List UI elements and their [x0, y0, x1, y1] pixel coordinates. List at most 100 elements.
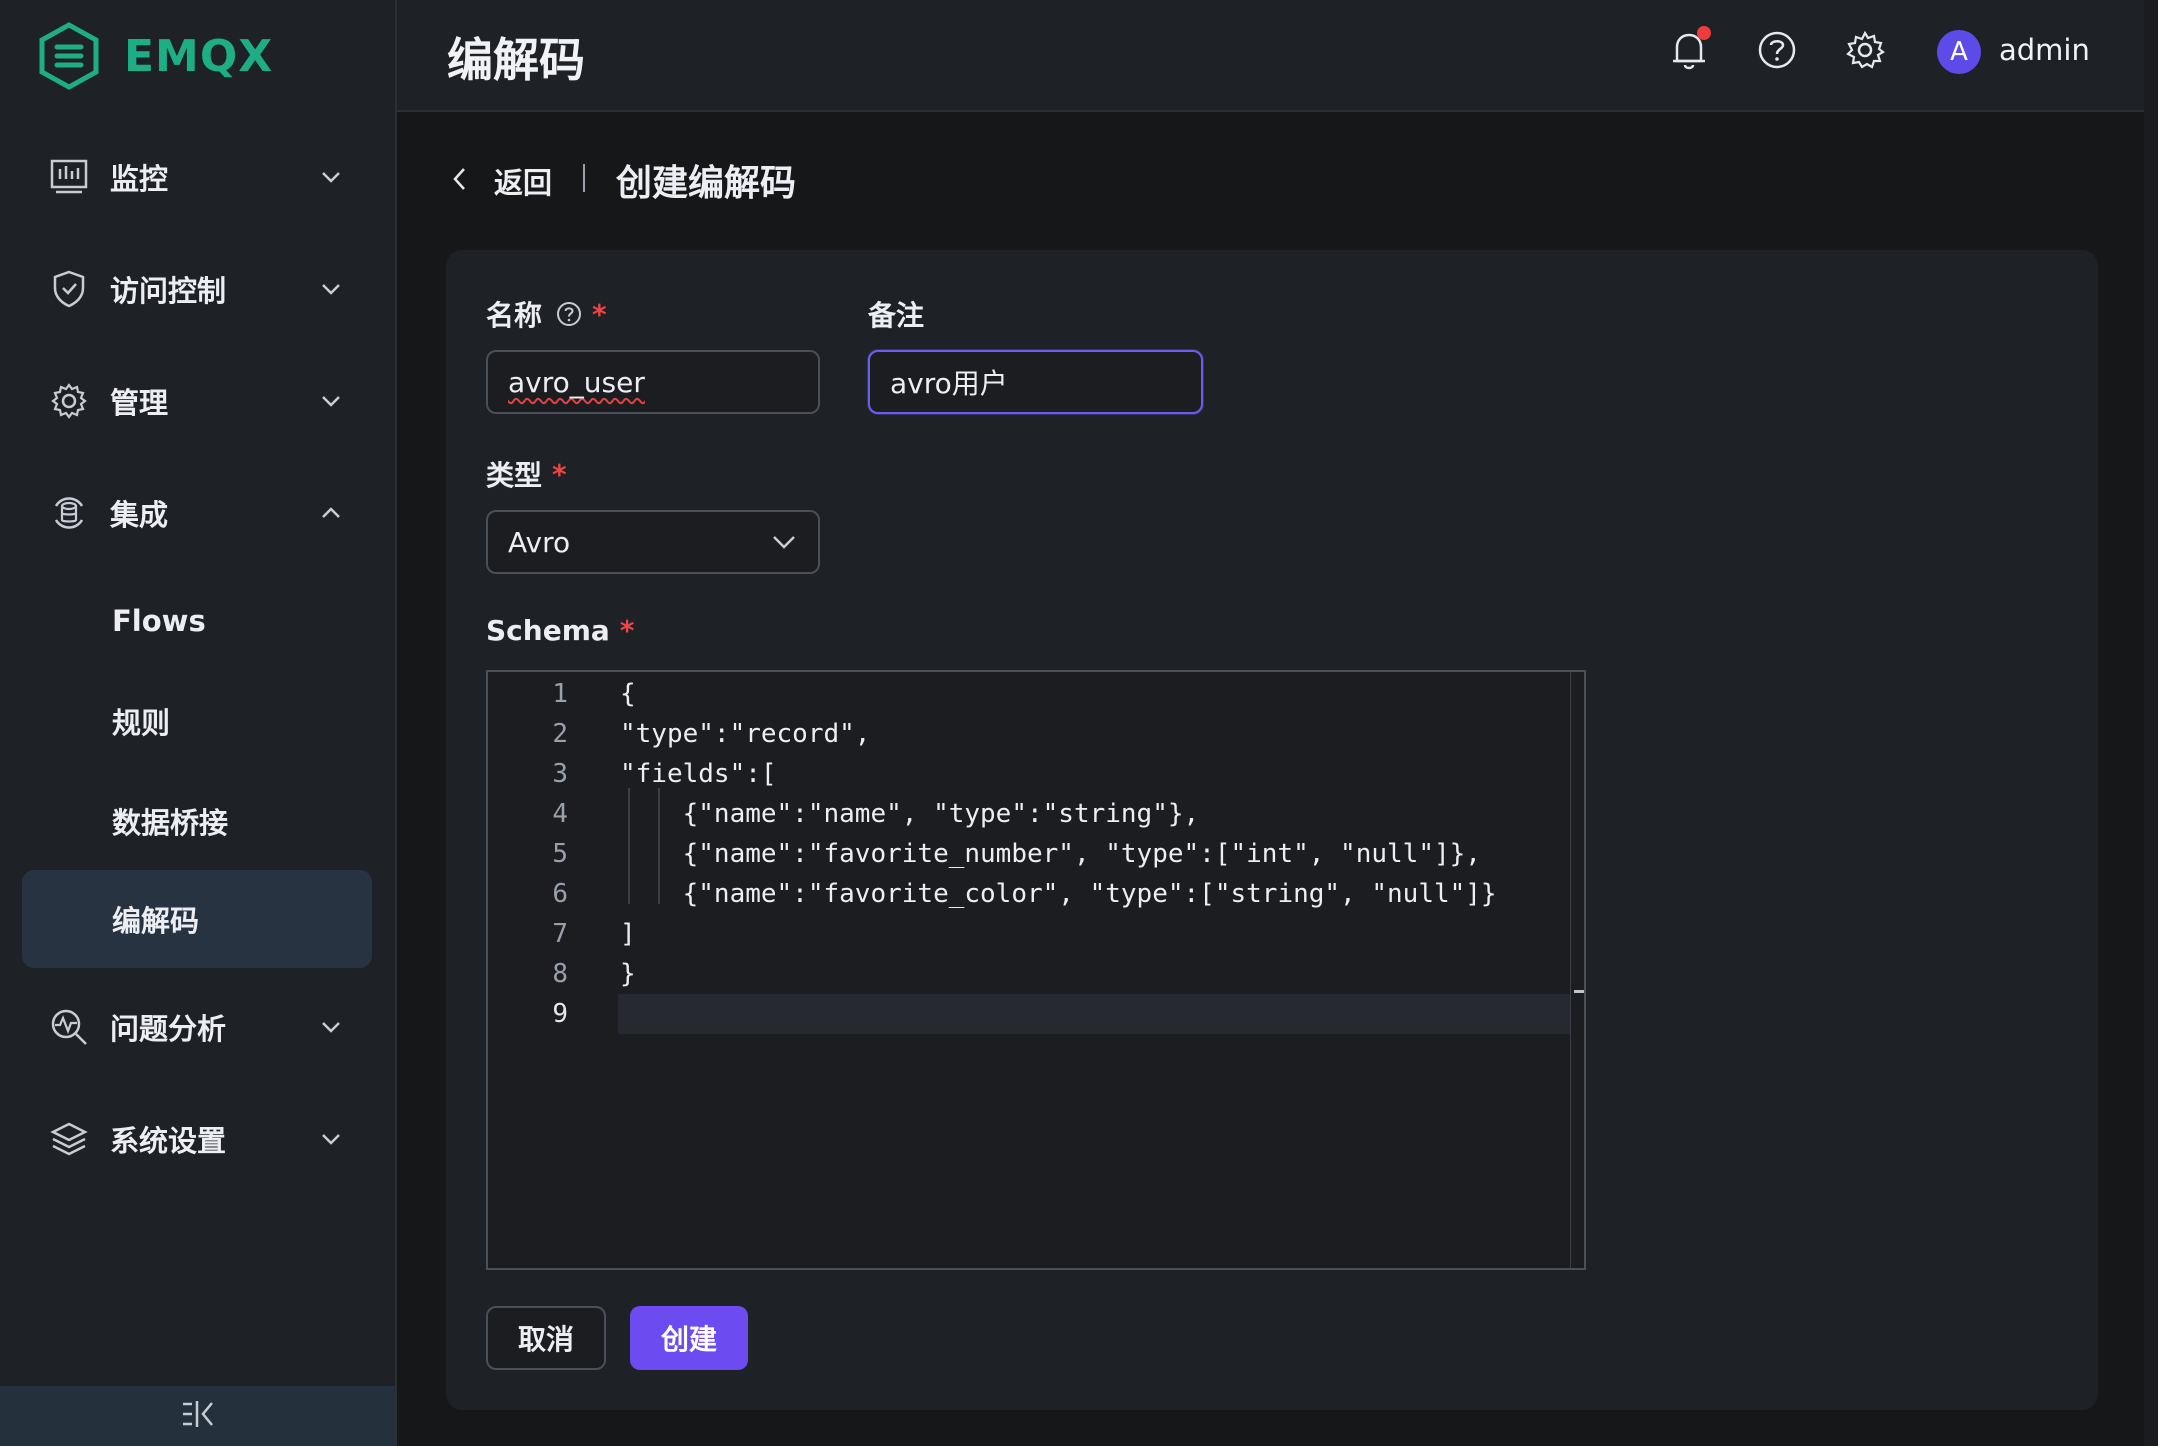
- name-input-value: avro_user: [508, 365, 645, 399]
- note-label: 备注: [868, 294, 924, 334]
- note-input[interactable]: avro用户: [868, 350, 1203, 414]
- help-button[interactable]: [1755, 30, 1799, 74]
- type-label-text: 类型: [486, 459, 543, 492]
- code-text: ]: [620, 919, 636, 949]
- sidebar-subitem-label: 编解码: [112, 904, 200, 938]
- top-header: 编解码 A admin: [397, 0, 2144, 112]
- line-number: 6: [552, 879, 568, 909]
- page-edge: [2144, 0, 2158, 1446]
- chevron-up-icon: [316, 498, 346, 528]
- name-label-text: 名称: [486, 299, 543, 332]
- line-number: 4: [552, 799, 568, 829]
- sidebar: EMQX 监控 访问控制 管理 集成 Flows 规则 数据桥接 编解码 问题分…: [0, 0, 397, 1446]
- code-text: "type":"record",: [620, 719, 871, 749]
- name-input[interactable]: avro_user: [486, 350, 820, 414]
- editor-line: 8 }: [488, 954, 1570, 994]
- editor-line: 2 "type":"record",: [488, 714, 1570, 754]
- line-number: 5: [552, 839, 568, 869]
- editor-line: 4 {"name":"name", "type":"string"},: [488, 794, 1570, 834]
- chevron-down-icon: [316, 386, 346, 416]
- schema-code-editor[interactable]: 1 { 2 "type":"record", 3 "fields":[ 4 {"…: [486, 670, 1586, 1270]
- monitor-icon: [48, 156, 90, 198]
- notification-button[interactable]: [1667, 26, 1711, 74]
- sidebar-item-system-settings[interactable]: 系统设置: [22, 1094, 372, 1184]
- username[interactable]: admin: [1999, 33, 2090, 67]
- scrollbar-cursor-marker: [1574, 990, 1584, 993]
- sidebar-item-management[interactable]: 管理: [22, 356, 372, 446]
- logo[interactable]: EMQX: [38, 20, 273, 92]
- gear-icon: [48, 380, 90, 422]
- line-number: 3: [552, 759, 568, 789]
- breadcrumb-title: 创建编解码: [616, 163, 797, 204]
- breadcrumb-divider: [583, 164, 585, 192]
- line-number: 1: [552, 679, 568, 709]
- create-button[interactable]: 创建: [630, 1306, 748, 1370]
- back-link[interactable]: 返回: [494, 160, 552, 202]
- sidebar-subitem-label: Flows: [112, 604, 206, 638]
- emqx-logo-icon: [39, 22, 99, 90]
- sidebar-subitem-rules[interactable]: 规则: [22, 672, 372, 770]
- code-text: }: [620, 959, 636, 989]
- editor-scrollbar[interactable]: [1570, 672, 1584, 1268]
- note-input-value: avro用户: [890, 367, 1008, 400]
- sidebar-item-label: 系统设置: [110, 1124, 227, 1158]
- code-text: {"name":"favorite_number", "type":["int"…: [620, 839, 1481, 869]
- editor-line: 3 "fields":[: [488, 754, 1570, 794]
- chevron-down-icon: [316, 162, 346, 192]
- schema-label-text: Schema: [486, 614, 610, 647]
- sidebar-item-label: 监控: [110, 162, 169, 196]
- settings-button[interactable]: [1843, 30, 1887, 74]
- collapse-icon: [180, 1399, 216, 1433]
- sidebar-subitem-data-bridge[interactable]: 数据桥接: [22, 772, 372, 870]
- shield-icon: [48, 268, 90, 310]
- required-asterisk: *: [592, 297, 607, 331]
- code-text: {"name":"name", "type":"string"},: [620, 799, 1200, 829]
- sidebar-item-label: 问题分析: [110, 1012, 227, 1046]
- editor-line: 6 {"name":"favorite_color", "type":["str…: [488, 874, 1570, 914]
- chevron-left-icon[interactable]: [448, 164, 472, 194]
- sidebar-item-access-control[interactable]: 访问控制: [22, 244, 372, 334]
- integration-icon: [48, 492, 90, 534]
- layers-icon: [48, 1118, 90, 1160]
- help-icon: [1757, 30, 1797, 74]
- cancel-button[interactable]: 取消: [486, 1306, 606, 1370]
- editor-line: 5 {"name":"favorite_number", "type":["in…: [488, 834, 1570, 874]
- note-label-text: 备注: [868, 299, 925, 332]
- name-label: 名称 *: [486, 294, 607, 334]
- chevron-down-icon: [316, 1012, 346, 1042]
- code-text: {"name":"favorite_color", "type":["strin…: [620, 879, 1497, 909]
- sidebar-subitem-label: 规则: [112, 706, 171, 740]
- brand-name: EMQX: [124, 30, 274, 82]
- chevron-down-icon: [773, 536, 795, 549]
- avatar[interactable]: A: [1937, 30, 1981, 74]
- schema-label: Schema *: [486, 614, 634, 647]
- line-number: 7: [552, 919, 568, 949]
- required-asterisk: *: [552, 457, 567, 491]
- code-text: {: [620, 679, 636, 709]
- sidebar-subitem-label: 数据桥接: [112, 806, 229, 840]
- sidebar-item-diagnose[interactable]: 问题分析: [22, 982, 372, 1072]
- type-label: 类型 *: [486, 454, 567, 494]
- line-number: 2: [552, 719, 568, 749]
- sidebar-item-label: 访问控制: [110, 274, 227, 308]
- editor-line: 1 {: [488, 674, 1570, 714]
- chevron-down-icon: [316, 274, 346, 304]
- sidebar-item-label: 管理: [110, 386, 169, 420]
- sidebar-subitem-flows[interactable]: Flows: [22, 572, 372, 670]
- page-title: 编解码: [447, 33, 585, 87]
- sidebar-subitem-schema-registry[interactable]: 编解码: [22, 870, 372, 968]
- sidebar-item-integration[interactable]: 集成: [22, 468, 372, 558]
- line-number: 8: [552, 959, 568, 989]
- type-select[interactable]: Avro: [486, 510, 820, 574]
- code-text: "fields":[: [620, 759, 777, 789]
- collapse-sidebar-button[interactable]: [0, 1386, 395, 1446]
- required-asterisk: *: [619, 614, 635, 647]
- sidebar-item-label: 集成: [110, 498, 169, 532]
- editor-line: 9: [488, 994, 1570, 1034]
- settings-icon: [1845, 30, 1885, 74]
- type-select-value: Avro: [508, 525, 571, 559]
- question-circle-icon[interactable]: [556, 301, 582, 327]
- sidebar-item-monitor[interactable]: 监控: [22, 132, 372, 222]
- line-number: 9: [552, 999, 568, 1029]
- editor-line: 7 ]: [488, 914, 1570, 954]
